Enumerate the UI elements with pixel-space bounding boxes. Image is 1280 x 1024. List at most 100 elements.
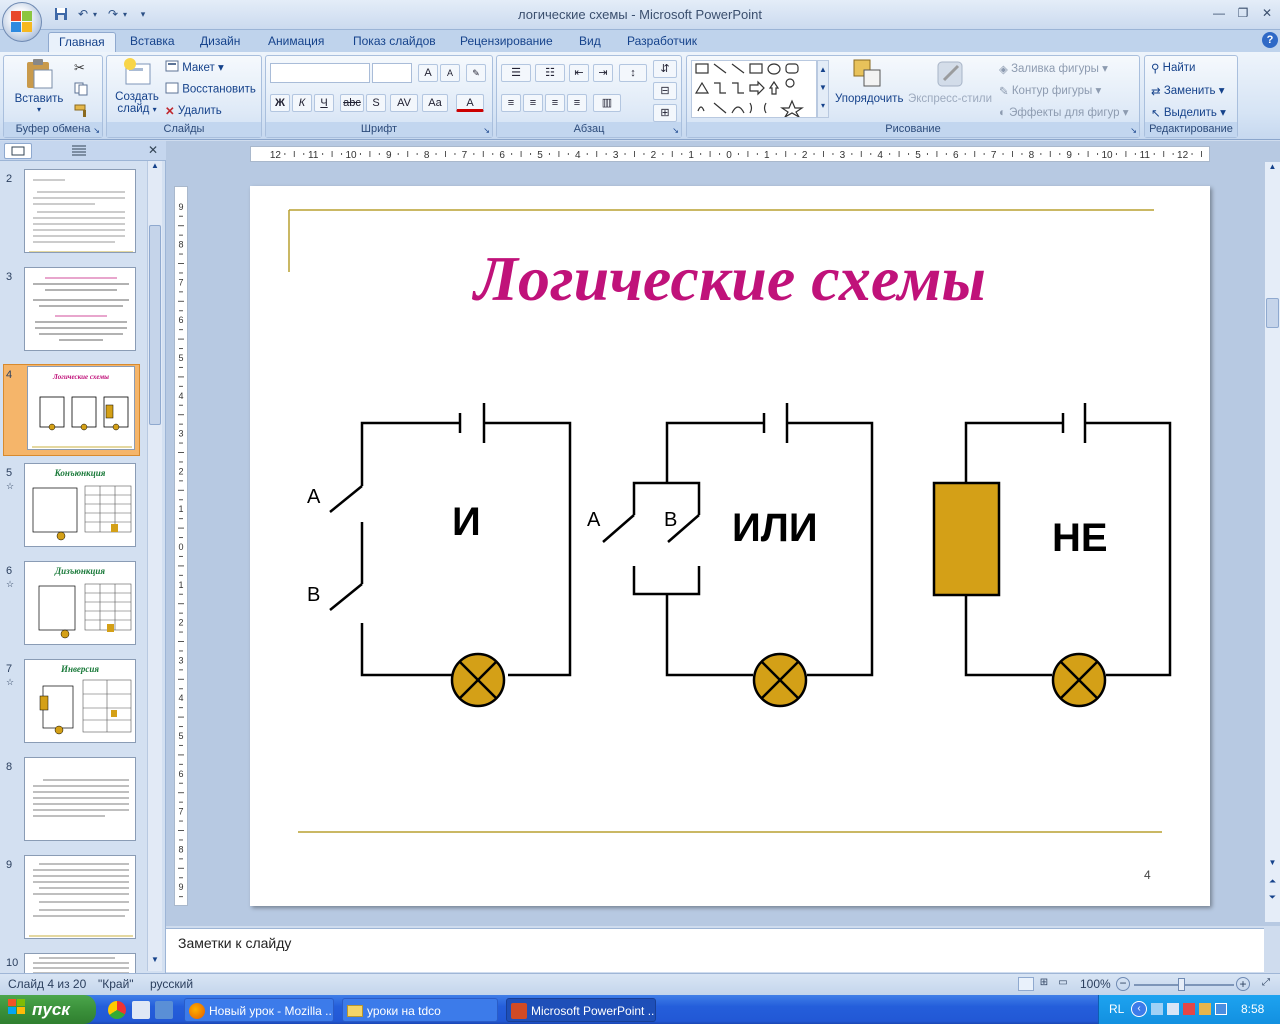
tab-review[interactable]: Рецензирование: [450, 32, 563, 52]
tab-insert[interactable]: Вставка: [120, 32, 185, 52]
media-player-icon[interactable]: [155, 1001, 173, 1019]
slide-scrollbar[interactable]: ▲ ▼ ⏶ ⏷: [1264, 162, 1280, 922]
slide-thumbnail-2[interactable]: [24, 169, 136, 253]
arrange-button[interactable]: Упорядочить: [835, 58, 903, 105]
zoom-level[interactable]: 100%: [1080, 977, 1111, 991]
font-family-combo[interactable]: [270, 63, 370, 83]
tab-slideshow[interactable]: Показ слайдов: [343, 32, 446, 52]
zoom-slider-thumb[interactable]: [1178, 978, 1185, 991]
paste-button[interactable]: Вставить ▾: [14, 58, 64, 118]
find-button[interactable]: ⚲ Найти: [1151, 61, 1195, 75]
scroll-down-icon[interactable]: ▼: [149, 955, 161, 969]
taskbar-folder[interactable]: уроки на tdco: [342, 998, 498, 1022]
scroll-up-icon[interactable]: ▲: [1266, 162, 1279, 176]
grow-font-button[interactable]: A: [418, 64, 438, 82]
notes-pane[interactable]: Заметки к слайду: [166, 928, 1264, 972]
align-left-icon[interactable]: ≡: [501, 94, 521, 112]
copy-icon[interactable]: [74, 82, 88, 99]
fit-to-window-icon[interactable]: ⤢: [1258, 977, 1274, 991]
help-icon[interactable]: ?: [1262, 32, 1278, 48]
show-desktop-icon[interactable]: [132, 1001, 150, 1019]
tab-animation[interactable]: Анимация: [258, 32, 334, 52]
strikethrough-button[interactable]: abc: [340, 94, 364, 112]
scroll-up-icon[interactable]: ▲: [149, 161, 161, 175]
slide-canvas[interactable]: Логические схемы A B И A B ИЛИ НЕ 4: [250, 186, 1210, 906]
cut-icon[interactable]: ✂: [74, 60, 85, 76]
font-size-combo[interactable]: [372, 63, 412, 83]
change-case-button[interactable]: Aa: [422, 94, 448, 112]
bold-button[interactable]: Ж: [270, 94, 290, 112]
shapes-gallery[interactable]: [691, 60, 817, 119]
decrease-indent-icon[interactable]: ⇤: [569, 64, 589, 82]
shape-outline-button[interactable]: ✎ Контур фигуры ▾: [999, 83, 1101, 98]
slide-thumbnail-9[interactable]: [24, 855, 136, 939]
normal-view-icon[interactable]: [1018, 977, 1034, 991]
slideshow-view-icon[interactable]: ▭: [1055, 977, 1071, 991]
bullets-icon[interactable]: ☰: [501, 64, 531, 82]
underline-button[interactable]: Ч: [314, 94, 334, 112]
tab-developer[interactable]: Разработчик: [617, 32, 707, 52]
minimize-button[interactable]: —: [1208, 5, 1230, 21]
volume-icon[interactable]: [1167, 1003, 1179, 1015]
char-spacing-button[interactable]: AV: [390, 94, 418, 112]
shape-effects-button[interactable]: ◐ Эффекты для фигур ▾: [999, 105, 1129, 119]
zoom-in-icon[interactable]: +: [1236, 977, 1250, 991]
tray-expand-icon[interactable]: ‹: [1131, 1001, 1147, 1017]
new-slide-button[interactable]: Создать слайд ▾: [111, 58, 163, 115]
chrome-icon[interactable]: [108, 1001, 126, 1019]
tab-design[interactable]: Дизайн: [190, 32, 250, 52]
columns-icon[interactable]: ▥: [593, 94, 621, 112]
italic-button[interactable]: К: [292, 94, 312, 112]
text-direction-icon[interactable]: ⇵: [653, 60, 677, 78]
zoom-out-icon[interactable]: −: [1116, 977, 1130, 991]
previous-slide-icon[interactable]: ⏶: [1266, 876, 1279, 890]
font-launcher-icon[interactable]: ↘: [483, 126, 490, 135]
format-painter-icon[interactable]: [74, 104, 90, 121]
animation-star-icon[interactable]: ☆: [6, 579, 14, 590]
animation-star-icon[interactable]: ☆: [6, 677, 14, 688]
scroll-down-icon[interactable]: ▼: [1266, 858, 1279, 872]
paste-dropdown-icon[interactable]: ▾: [14, 105, 64, 114]
delete-slide-button[interactable]: ✕ Удалить: [165, 104, 222, 118]
scroll-thumb[interactable]: [1266, 298, 1279, 328]
increase-indent-icon[interactable]: ⇥: [593, 64, 613, 82]
slide-thumbnail-8[interactable]: [24, 757, 136, 841]
next-slide-icon[interactable]: ⏷: [1266, 892, 1279, 906]
slides-panel-scrollbar[interactable]: ▲ ▼: [147, 161, 162, 971]
replace-button[interactable]: ⇄ Заменить ▾: [1151, 83, 1225, 98]
shapes-gallery-scroll[interactable]: ▲ ▼ ▾: [817, 60, 829, 118]
tab-slides-icon[interactable]: [4, 143, 32, 159]
drawing-launcher-icon[interactable]: ↘: [1130, 126, 1137, 135]
reset-button[interactable]: Восстановить: [165, 82, 256, 97]
font-color-button[interactable]: A: [456, 94, 484, 112]
new-slide-dropdown-icon[interactable]: ▾: [153, 105, 157, 114]
align-text-icon[interactable]: ⊟: [653, 82, 677, 100]
taskbar-powerpoint[interactable]: Microsoft PowerPoint ...: [506, 998, 656, 1022]
tab-home[interactable]: Главная: [48, 32, 116, 52]
align-center-icon[interactable]: ≡: [523, 94, 543, 112]
slide-thumbnail-5[interactable]: Конъюнкция: [24, 463, 136, 547]
office-button[interactable]: [2, 2, 42, 42]
numbering-icon[interactable]: ☷: [535, 64, 565, 82]
smartart-icon[interactable]: ⊞: [653, 104, 677, 122]
start-button[interactable]: пуск: [0, 995, 96, 1024]
tray-app-icon[interactable]: [1199, 1003, 1211, 1015]
clock[interactable]: 8:58: [1241, 1002, 1264, 1016]
justify-icon[interactable]: ≡: [567, 94, 587, 112]
tab-outline-icon[interactable]: [66, 143, 94, 159]
shrink-font-button[interactable]: A: [440, 64, 460, 82]
language-indicator[interactable]: русский: [150, 977, 193, 991]
slide-thumbnail-4[interactable]: Логические схемы: [27, 366, 135, 450]
taskbar-firefox[interactable]: Новый урок - Mozilla ...: [184, 998, 334, 1022]
layout-button[interactable]: Макет ▾: [165, 60, 224, 75]
animation-star-icon[interactable]: ☆: [6, 481, 14, 492]
align-right-icon[interactable]: ≡: [545, 94, 565, 112]
shadow-button[interactable]: S: [366, 94, 386, 112]
network-icon[interactable]: [1151, 1003, 1163, 1015]
slide-sorter-icon[interactable]: ⊞: [1036, 977, 1052, 991]
slide-thumbnail-3[interactable]: [24, 267, 136, 351]
line-spacing-icon[interactable]: ↕: [619, 64, 647, 82]
antivirus-icon[interactable]: [1183, 1003, 1195, 1015]
tray-app2-icon[interactable]: [1215, 1003, 1227, 1015]
quick-styles-button[interactable]: Экспресс-стили: [907, 58, 993, 105]
